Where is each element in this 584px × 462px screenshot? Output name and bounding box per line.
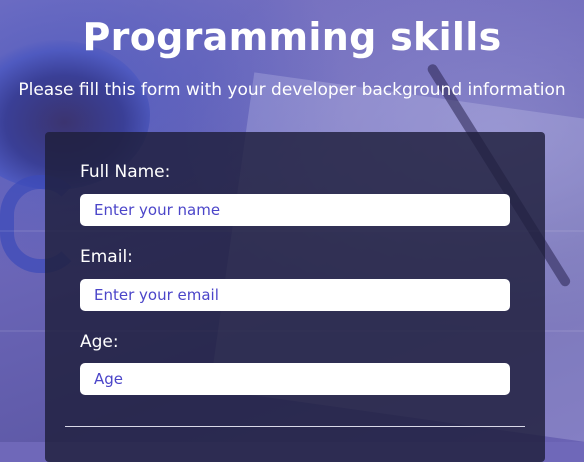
full-name-label: Full Name: — [80, 162, 171, 182]
form-divider — [65, 426, 525, 427]
page-title: Programming skills — [82, 15, 502, 59]
age-label: Age: — [80, 332, 119, 352]
email-input[interactable] — [80, 279, 510, 311]
email-label: Email: — [80, 247, 133, 267]
full-name-input[interactable] — [80, 194, 510, 226]
page-description: Please fill this form with your develope… — [18, 80, 566, 100]
age-input[interactable] — [80, 363, 510, 395]
survey-form: Full Name: Email: Age: — [45, 132, 545, 462]
